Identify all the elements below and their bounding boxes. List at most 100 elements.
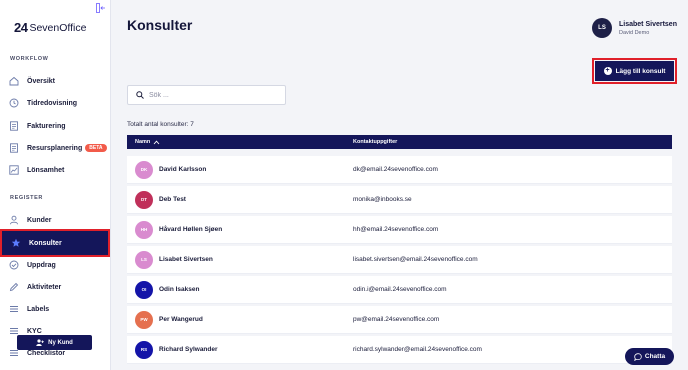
table-row[interactable]: DT Deb Test monika@inbooks.se bbox=[127, 186, 672, 214]
sidebar-item-oversikt[interactable]: Översikt bbox=[0, 70, 110, 92]
home-icon bbox=[9, 76, 19, 86]
avatar: DK bbox=[135, 160, 153, 179]
pencil-icon bbox=[9, 282, 19, 292]
consultant-contact: monika@inbooks.se bbox=[353, 196, 412, 203]
sidebar-item-label: Checklistor bbox=[27, 349, 66, 357]
sidebar-item-label: Uppdrag bbox=[27, 261, 56, 269]
table-row[interactable]: OI Odin Isaksen odin.i@email.24sevenoffice… bbox=[127, 276, 672, 304]
new-customer-button[interactable]: Ny Kund bbox=[17, 335, 92, 350]
consultant-name: David Karlsson bbox=[159, 166, 207, 173]
star-icon bbox=[11, 238, 21, 247]
consultant-contact: dk@email.24sevenoffice.com bbox=[353, 166, 438, 173]
sidebar-item-label: Lönsamhet bbox=[27, 166, 65, 174]
cell-name: DK David Karlsson bbox=[127, 160, 353, 179]
sidebar-item-konsulter[interactable]: Konsulter bbox=[0, 229, 110, 257]
logo-text: SevenOffice bbox=[29, 21, 87, 34]
beta-badge: BETA bbox=[85, 144, 107, 152]
cell-name: HH Håvard Høllen Sjøen bbox=[127, 220, 353, 239]
chat-button[interactable]: Chatta bbox=[625, 348, 674, 365]
page-title: Konsulter bbox=[127, 17, 193, 33]
clock-icon bbox=[9, 98, 19, 108]
check-circle-icon bbox=[9, 260, 19, 270]
sidebar-item-label: Fakturering bbox=[27, 122, 66, 130]
add-person-icon bbox=[36, 339, 45, 346]
sidebar-item-uppdrag[interactable]: Uppdrag bbox=[0, 254, 110, 276]
column-header-name-label: Namn bbox=[135, 139, 151, 145]
chat-label: Chatta bbox=[644, 353, 666, 360]
sidebar-item-labels[interactable]: Labels bbox=[0, 298, 110, 320]
consultant-name: Håvard Høllen Sjøen bbox=[159, 226, 223, 233]
table-header: Namn Kontaktuppgifter bbox=[127, 135, 672, 149]
total-count: Totalt antal konsulter: 7 bbox=[127, 121, 194, 128]
plus-icon: + bbox=[603, 67, 612, 75]
sidebar-item-label: Resursplanering bbox=[27, 144, 83, 152]
column-header-contact: Kontaktuppgifter bbox=[353, 139, 398, 145]
add-consultant-label: Lägg till konsult bbox=[615, 67, 666, 75]
sidebar-item-label: Aktiviteter bbox=[27, 283, 62, 291]
user-info: Lisabet Sivertsen David Demo bbox=[619, 21, 677, 36]
sidebar-item-label: Labels bbox=[27, 305, 50, 313]
consultant-contact: hh@email.24sevenoffice.com bbox=[353, 226, 439, 233]
sidebar-item-lonsamhet[interactable]: Lönsamhet bbox=[0, 159, 110, 181]
collapse-sidebar-icon[interactable] bbox=[96, 3, 106, 13]
chat-bubble-icon bbox=[634, 352, 642, 361]
consultant-name: Lisabet Sivertsen bbox=[159, 256, 213, 263]
consultant-contact: richard.sylwander@email.24sevenoffice.co… bbox=[353, 346, 482, 353]
document-icon bbox=[10, 121, 18, 131]
user-company: David Demo bbox=[619, 29, 650, 36]
sidebar-item-label: Tidredovisning bbox=[27, 99, 78, 107]
table-row[interactable]: LS Lisabet Sivertsen lisabet.sivertsen@ema… bbox=[127, 246, 672, 274]
logo: 24 SevenOffice bbox=[14, 20, 86, 35]
table-row[interactable]: PW Per Wangerud pw@email.24sevenoffice.com bbox=[127, 306, 672, 334]
table-row[interactable]: HH Håvard Høllen Sjøen hh@email.24sevenoff… bbox=[127, 216, 672, 244]
sidebar-item-label: Kunder bbox=[27, 216, 52, 224]
section-label-register: REGISTER bbox=[10, 195, 43, 201]
cell-name: LS Lisabet Sivertsen bbox=[127, 250, 353, 269]
user-name: Lisabet Sivertsen bbox=[619, 20, 677, 28]
user-menu[interactable]: LS Lisabet Sivertsen David Demo bbox=[592, 18, 677, 38]
column-header-name[interactable]: Namn bbox=[127, 139, 353, 145]
consultants-table: Namn Kontaktuppgifter DK David Karlsson dk… bbox=[127, 135, 672, 364]
sidebar: 24 SevenOffice WORKFLOW Översikt Tidredo… bbox=[0, 0, 111, 370]
avatar: LS bbox=[135, 250, 153, 269]
add-consultant-button[interactable]: + Lägg till konsult bbox=[592, 58, 677, 84]
logo-mark: 24 bbox=[14, 20, 28, 35]
sidebar-item-label: Konsulter bbox=[29, 239, 62, 247]
cell-name: OI Odin Isaksen bbox=[127, 280, 353, 299]
avatar: RS bbox=[135, 340, 153, 359]
avatar: OI bbox=[135, 280, 153, 299]
sidebar-item-label: KYC bbox=[27, 327, 42, 335]
chart-icon bbox=[9, 165, 19, 175]
list-icon bbox=[10, 306, 18, 312]
avatar: LS bbox=[592, 18, 612, 38]
sidebar-item-label: Översikt bbox=[27, 77, 56, 85]
consultant-contact: odin.i@email.24sevenoffice.com bbox=[353, 286, 447, 293]
consultant-contact: pw@email.24sevenoffice.com bbox=[353, 316, 440, 323]
sidebar-item-tidredovisning[interactable]: Tidredovisning bbox=[0, 92, 110, 114]
table-row[interactable]: DK David Karlsson dk@email.24sevenoffice.c… bbox=[127, 156, 672, 184]
avatar: DT bbox=[135, 190, 153, 209]
search-input[interactable] bbox=[149, 91, 279, 99]
cell-name: DT Deb Test bbox=[127, 190, 353, 209]
table-body: DK David Karlsson dk@email.24sevenoffice.c… bbox=[127, 156, 672, 364]
consultant-contact: lisabet.sivertsen@email.24sevenoffice.co… bbox=[353, 256, 478, 263]
cell-name: PW Per Wangerud bbox=[127, 310, 353, 329]
avatar: PW bbox=[135, 310, 153, 329]
sidebar-item-aktiviteter[interactable]: Aktiviteter bbox=[0, 276, 110, 298]
main-content: Konsulter LS Lisabet Sivertsen David Dem… bbox=[111, 0, 688, 370]
sidebar-item-resursplanering[interactable]: Resursplanering BETA bbox=[0, 137, 110, 159]
section-label-workflow: WORKFLOW bbox=[10, 56, 49, 62]
search-box[interactable] bbox=[127, 85, 286, 105]
sidebar-item-kunder[interactable]: Kunder bbox=[0, 209, 110, 231]
consultant-name: Per Wangerud bbox=[159, 316, 203, 323]
search-icon bbox=[136, 91, 144, 99]
consultant-name: Odin Isaksen bbox=[159, 286, 200, 293]
cell-name: RS Richard Sylwander bbox=[127, 340, 353, 359]
person-icon bbox=[10, 215, 18, 225]
new-customer-label: Ny Kund bbox=[48, 339, 73, 346]
document-icon bbox=[10, 143, 18, 153]
consultant-name: Deb Test bbox=[159, 196, 186, 203]
table-row[interactable]: RS Richard Sylwander richard.sylwander@ema… bbox=[127, 336, 672, 364]
sidebar-item-fakturering[interactable]: Fakturering bbox=[0, 115, 110, 137]
avatar: HH bbox=[135, 220, 153, 239]
